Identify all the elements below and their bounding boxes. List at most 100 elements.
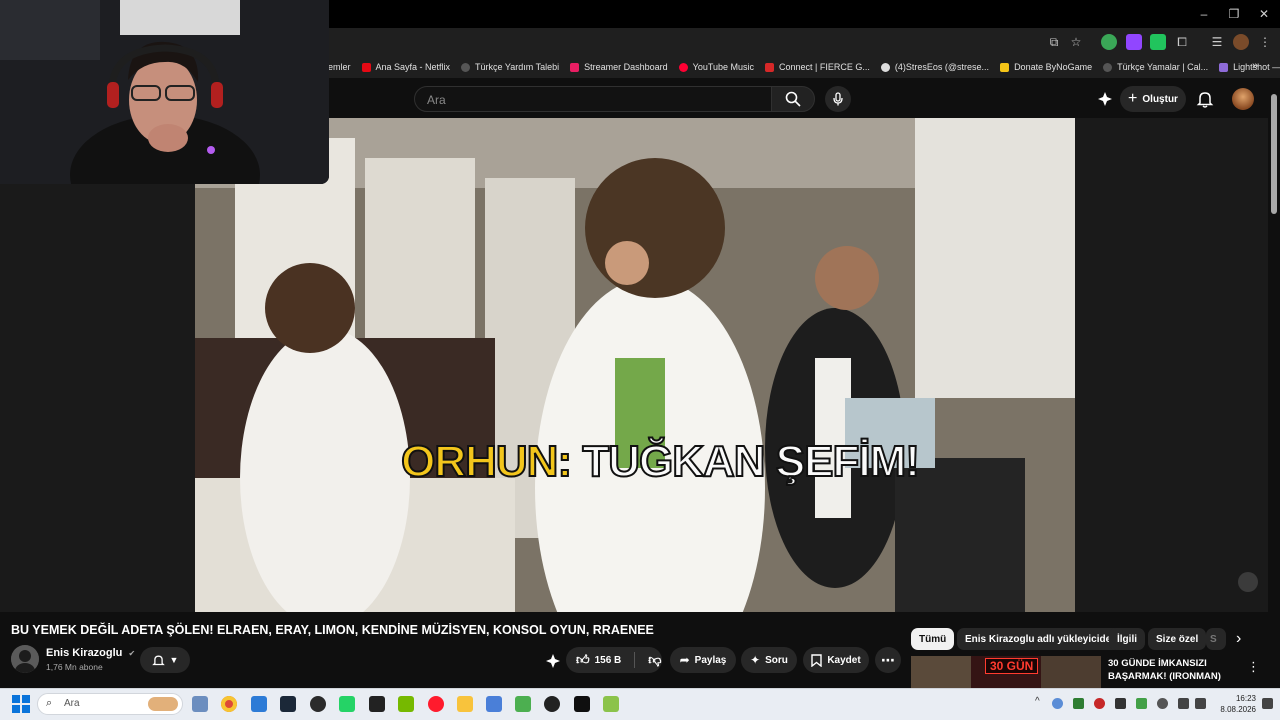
steam-icon[interactable] [280, 696, 296, 712]
user-avatar[interactable] [1232, 88, 1254, 110]
channel-avatar[interactable] [11, 645, 39, 673]
tray-icon[interactable] [1115, 698, 1126, 709]
bookmark-item[interactable]: Streamer Dashboard [570, 62, 668, 72]
bookmark-item[interactable]: (4)StresEos (@strese... [880, 62, 989, 72]
whatsapp-icon[interactable] [339, 696, 355, 712]
minimize-icon[interactable]: – [1187, 0, 1221, 28]
extensions-puzzle-icon[interactable]: ⧠ [1174, 34, 1190, 50]
taskbar-search-input[interactable]: ⌕ Ara [37, 693, 183, 715]
epic-games-icon[interactable] [369, 696, 385, 712]
extension-icon[interactable] [1126, 34, 1142, 50]
github-icon[interactable] [544, 696, 560, 712]
menu-kebab-icon[interactable]: ⋮ [1257, 34, 1273, 50]
thumbs-up-icon[interactable]: 👍︎ [576, 652, 590, 668]
donate-icon [1000, 62, 1010, 72]
tray-icon[interactable] [1073, 698, 1084, 709]
x-icon [880, 62, 890, 72]
bookmark-icon [811, 653, 823, 667]
opera-icon[interactable] [428, 696, 444, 712]
ai-ask-icon[interactable] [545, 653, 561, 669]
app-icon[interactable] [310, 696, 326, 712]
task-view-icon[interactable] [192, 696, 208, 712]
floating-avatar[interactable] [1238, 572, 1258, 592]
taskbar-clock[interactable]: 16:23 8.08.2026 [1212, 693, 1256, 715]
search-icon: ⌕ [46, 697, 53, 709]
like-count[interactable]: 156 B [595, 655, 622, 666]
profile-icon[interactable] [1233, 34, 1249, 50]
create-button[interactable]: + Oluştur [1120, 86, 1186, 112]
chip-partial[interactable]: S [1206, 628, 1226, 650]
bookmark-item[interactable]: Türkçe Yardım Talebi [461, 62, 559, 72]
install-app-icon[interactable]: ⧉ [1046, 34, 1062, 50]
clock-time: 16:23 [1235, 694, 1256, 703]
chevron-right-icon[interactable]: › [1236, 630, 1241, 648]
ai-sparkle-icon[interactable] [1097, 91, 1113, 107]
webcam-overlay [0, 0, 329, 184]
extension-icon[interactable] [1150, 34, 1166, 50]
search-button[interactable] [771, 86, 815, 112]
bookmark-item[interactable]: Türkçe Yamalar | Cal... [1103, 62, 1208, 72]
app-icon[interactable] [486, 696, 502, 712]
globe-icon [461, 62, 471, 72]
restore-icon[interactable]: ❐ [1217, 0, 1251, 28]
recommendation-menu-icon[interactable]: ⋮ [1247, 659, 1260, 675]
bookmark-item[interactable]: YouTube Music [678, 62, 754, 72]
app-icon[interactable] [603, 696, 619, 712]
bookmark-item[interactable]: Donate ByNoGame [1000, 62, 1092, 72]
chevron-down-icon: ▼ [169, 655, 179, 665]
store-icon[interactable] [251, 696, 267, 712]
file-explorer-icon[interactable] [457, 696, 473, 712]
tray-icon[interactable] [1094, 698, 1105, 709]
microphone-icon[interactable] [1157, 698, 1168, 709]
chip-all[interactable]: Tümü [911, 628, 955, 650]
notification-settings-button[interactable]: ▼ [140, 647, 190, 673]
lightshot-icon [1219, 62, 1229, 72]
tray-icon[interactable] [1136, 698, 1147, 709]
search-input[interactable]: Ara [414, 86, 772, 112]
tray-icon[interactable] [1052, 698, 1063, 709]
clock-date: 8.08.2026 [1220, 705, 1256, 714]
minecraft-icon[interactable] [515, 696, 531, 712]
bookmark-item[interactable]: Ana Sayfa - Netflix [361, 62, 450, 72]
voice-search-button[interactable] [825, 86, 851, 112]
windows-start-icon[interactable] [12, 695, 30, 713]
youtube-music-icon [678, 62, 688, 72]
notification-center-icon[interactable] [1262, 698, 1273, 709]
bookmark-item[interactable]: Connect | FIERCE G... [765, 62, 870, 72]
thumbs-down-icon[interactable]: 👎︎ [648, 652, 661, 668]
microphone-icon [833, 92, 843, 106]
dashboard-icon [570, 62, 580, 72]
bookmark-item[interactable]: Lightshot — Mac &... [1219, 62, 1280, 72]
chip-for-you[interactable]: Size özel [1148, 628, 1207, 650]
tray-expand-icon[interactable]: ^ [1035, 696, 1040, 707]
more-actions-button[interactable]: ⋯ [875, 647, 901, 673]
network-icon[interactable] [1178, 698, 1189, 709]
app-icon[interactable] [574, 696, 590, 712]
volume-icon[interactable] [1195, 698, 1206, 709]
search-highlight-icon [148, 697, 178, 711]
save-button[interactable]: Kaydet [803, 647, 869, 673]
scrollbar-thumb[interactable] [1271, 94, 1277, 214]
bell-icon [151, 655, 165, 665]
ask-button[interactable]: ✦ Soru [741, 647, 797, 673]
chip-from-uploader[interactable]: Enis Kirazoglu adlı yükleyiciden [957, 628, 1126, 650]
reading-list-icon[interactable]: ☰ [1209, 34, 1225, 50]
nvidia-icon[interactable] [398, 696, 414, 712]
recommendation-thumbnail[interactable]: 30 GÜN [911, 656, 1101, 688]
video-frame[interactable] [195, 118, 1075, 612]
notifications-button[interactable] [1196, 90, 1214, 108]
bookmark-star-icon[interactable]: ☆ [1068, 34, 1084, 50]
thumbnail-text: 30 GÜN [985, 658, 1039, 674]
more-bookmarks-icon[interactable]: » [1252, 60, 1258, 72]
channel-name[interactable]: Enis Kirazoglu ✔ [46, 647, 135, 659]
chip-related[interactable]: İlgili [1109, 628, 1145, 650]
extension-icon[interactable] [1101, 34, 1117, 50]
share-icon: ➦ [679, 653, 690, 667]
close-icon[interactable]: ✕ [1247, 0, 1280, 28]
share-button[interactable]: ➦ Paylaş [670, 647, 736, 673]
caption-speaker: ORHUN: [400, 436, 573, 487]
plus-icon: + [1128, 90, 1138, 107]
chrome-icon[interactable] [221, 696, 237, 712]
recommendation-title[interactable]: 30 GÜNDE İMKANSIZI BAŞARMAK! (IRONMAN) [1108, 657, 1238, 683]
bookmark-item[interactable]: emler [328, 62, 351, 72]
